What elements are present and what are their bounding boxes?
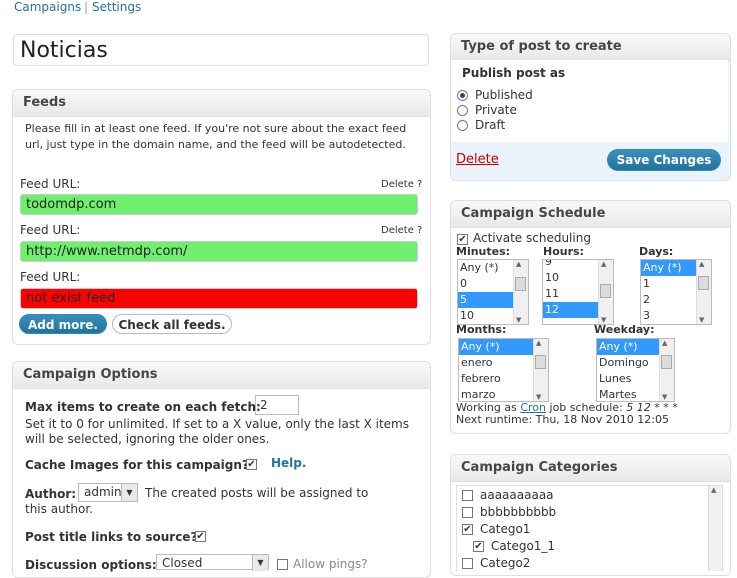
scrollbar[interactable]: ▲ ▼ [533,339,548,401]
category-label: bbbbbbbbbb [480,505,557,519]
activate-scheduling-label: Activate scheduling [473,231,591,245]
days-listbox[interactable]: Any (*) 1 2 3 ▲ ▼ [640,259,712,325]
hours-listbox[interactable]: 9 10 11 12 ▲ ▼ [542,259,614,325]
campaign-categories-header: Campaign Categories [451,455,730,482]
feeds-header: Feeds [13,90,430,117]
category-label: Catego1_1 [491,539,556,553]
allow-pings-label: Allow pings? [293,557,368,571]
radio-private[interactable] [457,105,468,116]
nav-settings-link[interactable]: Settings [92,0,141,14]
max-items-label: Max items to create on each fetch: [25,400,261,414]
feed-delete-link[interactable]: Delete ? [381,179,422,190]
post-title-links-checkbox[interactable]: ✔ [195,531,206,542]
weekday-label: Weekday: [594,323,655,336]
category-checkbox[interactable]: ✔ [462,524,473,535]
next-runtime: Next runtime: Thu, 18 Nov 2010 12:05 [456,413,669,426]
feed-url-label: Feed URL: [20,177,81,191]
hours-label: Hours: [543,245,584,258]
months-label: Months: [456,323,507,336]
days-label: Days: [639,245,674,258]
radio-published[interactable] [457,90,468,101]
discussion-select[interactable]: Closed ▼ [156,554,269,571]
radio-draft-label: Draft [475,118,506,132]
scrollbar[interactable]: ▲ ▼ [659,339,674,401]
campaign-options-header: Campaign Options [13,362,430,389]
save-changes-button[interactable]: Save Changes [607,149,721,171]
author-help: The created posts will be assigned to th… [25,486,369,516]
radio-draft[interactable] [457,120,468,131]
cache-images-checkbox[interactable]: ✔ [246,459,257,470]
scrollbar[interactable]: ▲ ▼ [598,260,613,324]
feed-url-input[interactable]: todomdp.com [20,194,418,215]
discussion-select-value: Closed [162,556,203,570]
nav-separator: | [84,0,89,14]
allow-pings-checkbox[interactable] [277,559,288,570]
radio-private-label: Private [475,103,517,117]
minutes-label: Minutes: [456,245,511,258]
category-checkbox[interactable] [462,558,473,569]
scrollbar[interactable]: ▲ ▼ [696,260,711,324]
months-listbox[interactable]: Any (*) enero febrero marzo ▲ ▼ [458,338,549,402]
feed-url-label: Feed URL: [20,270,81,284]
feed-url-label: Feed URL: [20,223,81,237]
feeds-help-text: Please fill in at least one feed. If you… [25,122,407,151]
chevron-down-icon: ▼ [252,555,268,571]
campaign-schedule-header: Campaign Schedule [451,201,730,228]
category-label: aaaaaaaaaa [480,488,554,502]
category-checkbox[interactable]: ✔ [473,541,484,552]
add-more-feeds-button[interactable]: Add more. [19,314,107,334]
feed-delete-link[interactable]: Delete ? [381,225,422,236]
scrollbar[interactable]: ▲ [708,486,722,571]
max-items-input[interactable]: 2 [255,395,299,415]
campaign-title-input[interactable]: Noticias [13,34,429,66]
post-title-links-label: Post title links to source? [25,530,198,544]
delete-campaign-link[interactable]: Delete [456,152,499,167]
check-all-feeds-button[interactable]: Check all feeds. [112,314,232,334]
weekday-listbox[interactable]: Any (*) Domingo Lunes Martes ▲ ▼ [596,338,675,402]
category-checkbox[interactable] [462,490,473,501]
nav-campaigns-link[interactable]: Campaigns [14,0,81,14]
feed-url-input[interactable]: http://www.netmdp.com/ [20,241,418,262]
cache-images-label: Cache Images for this campaign? [25,458,249,472]
activate-scheduling-checkbox[interactable]: ✔ [457,234,468,245]
max-items-help: Set it to 0 for unlimited. If set to a X… [25,417,409,446]
scrollbar[interactable]: ▲ ▼ [513,260,528,324]
category-label: Catego2 [480,556,531,570]
post-type-header: Type of post to create [451,34,730,61]
category-checkbox[interactable] [462,507,473,518]
cache-help-link[interactable]: Help. [271,456,306,470]
publish-as-label: Publish post as [462,66,566,80]
radio-published-label: Published [475,88,533,102]
minutes-listbox[interactable]: Any (*) 0 5 10 ▲ ▼ [457,259,529,325]
feed-url-input[interactable]: not exist feed [20,288,418,309]
category-label: Catego1 [480,522,531,536]
